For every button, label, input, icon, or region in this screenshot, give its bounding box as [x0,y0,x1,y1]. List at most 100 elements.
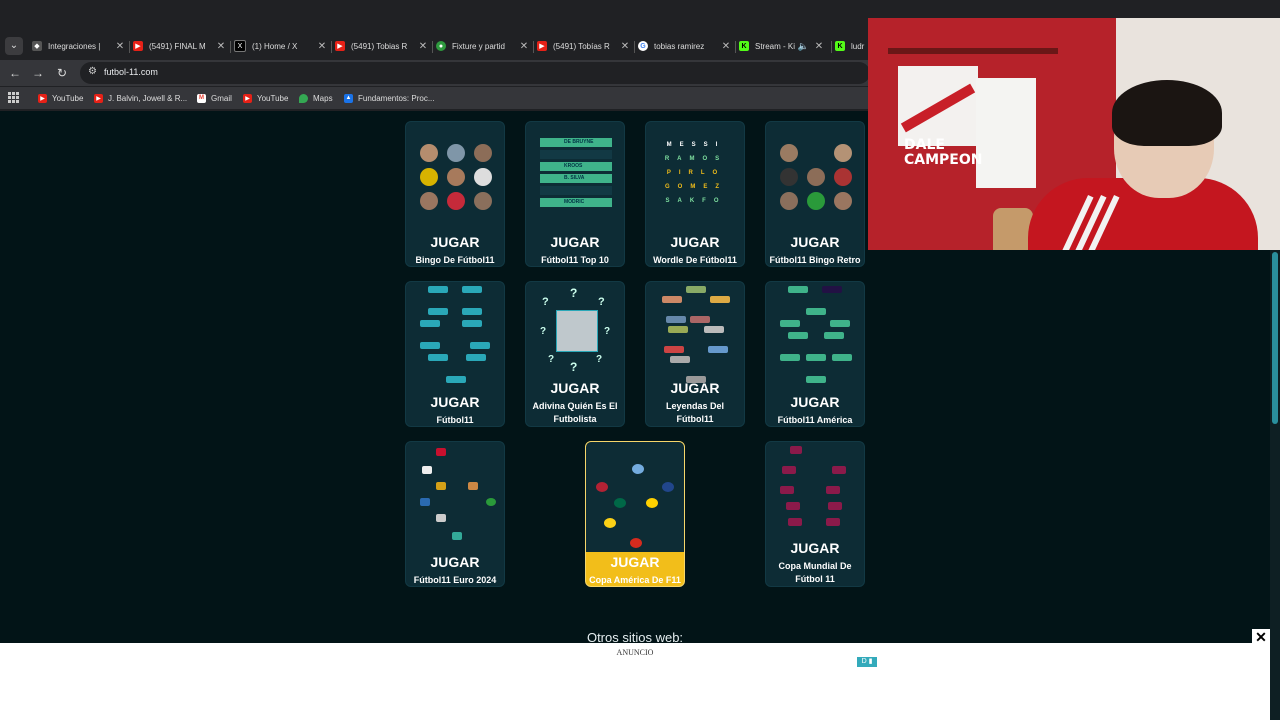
tab-title: Integraciones | [48,41,101,51]
game-card-euro2024[interactable]: JUGAR Fútbol11 Euro 2024 [405,441,505,587]
kick-icon: K [739,41,749,51]
game-card-wordle[interactable]: MESSI RAMOS PIRLO GOMEZ SAKFO JUGAR Word… [645,121,745,267]
card-art [766,122,864,232]
tab-8[interactable]: K ludr [833,34,873,58]
game-card-futbol11[interactable]: JUGAR Fútbol11 [405,281,505,427]
close-icon[interactable]: ✕ [114,41,126,52]
bookmark-gmail[interactable]: M Gmail [197,91,232,105]
game-name: Bingo De Fútbol11 [415,255,495,265]
apps-grid-icon[interactable] [8,92,19,103]
game-card-bingo-retro[interactable]: JUGAR Fútbol11 Bingo Retro [765,121,865,267]
tab-2[interactable]: X (1) Home / X ✕ [232,34,332,58]
bookmark-youtube-2[interactable]: ▶ YouTube [243,91,288,105]
game-card-top10[interactable]: DE BRUYNE KROOS B. SILVA MODRIC JUGAR Fú… [525,121,625,267]
play-label: JUGAR [790,234,840,250]
game-card-america[interactable]: JUGAR Fútbol11 América [765,281,865,427]
close-icon[interactable]: ✕ [518,41,530,52]
youtube-icon: ▶ [94,93,103,103]
game-card-copa-america[interactable]: JUGAR Copa América De F11 [585,441,685,587]
youtube-icon: ▶ [133,41,143,51]
tab-1[interactable]: ▶ (5491) FINAL M ✕ [131,34,231,58]
top10-row: DE BRUYNE [540,138,612,147]
close-icon[interactable]: ✕ [417,41,429,52]
bookmark-maps[interactable]: Maps [299,91,333,105]
address-bar[interactable]: ⚙ futbol-11.com [80,62,870,84]
bookmark-youtube[interactable]: ▶ YouTube [38,91,83,105]
tab-3[interactable]: ▶ (5491) Tobias R ✕ [333,34,433,58]
speaker-icon[interactable]: 🔈 [798,41,809,52]
tab-title: Fixture y partid [452,41,505,51]
card-art [766,442,864,538]
game-card-mundial[interactable]: JUGAR Copa Mundial De Fútbol 11 [765,441,865,587]
card-art [406,282,504,392]
top10-row: B. SILVA [540,174,612,183]
card-art: MESSI RAMOS PIRLO GOMEZ SAKFO [646,122,744,232]
youtube-icon: ▶ [38,93,47,103]
play-label: JUGAR [430,394,480,410]
game-card-bingo[interactable]: JUGAR Bingo De Fútbol11 [405,121,505,267]
tab-7[interactable]: K Stream - Ki 🔈 ✕ [737,34,829,58]
play-label: JUGAR [790,394,840,410]
google-icon: G [638,41,648,51]
scrollbar[interactable] [1270,250,1280,720]
play-label: JUGAR [550,380,600,396]
bookmark-fundamentos[interactable]: ▲ Fundamentos: Proc... [344,91,434,105]
bookmark-jbalvin[interactable]: ▶ J. Balvin, Jowell & R... [94,91,187,105]
top10-row [540,150,612,159]
scrollbar-thumb[interactable] [1272,252,1278,424]
tab-title: (1) Home / X [252,41,298,51]
top10-row [540,186,612,195]
game-name: Fútbol11 Top 10 [541,255,609,265]
forward-icon[interactable]: → [29,64,47,82]
bookmark-label: Gmail [211,93,232,103]
tab-5[interactable]: ▶ (5491) Tobías R ✕ [535,34,635,58]
close-icon[interactable]: ✕ [316,41,328,52]
tab-title: tobias ramirez [654,41,705,51]
play-label: JUGAR [610,554,660,570]
game-name: Copa América De F11 [589,575,681,585]
x-icon: X [234,40,246,52]
play-label: JUGAR [430,554,480,570]
tab-0[interactable]: ◆ Integraciones | ✕ [30,34,130,58]
shelf [888,48,1058,54]
silhouette-icon [556,310,598,352]
drive-icon: ▲ [344,93,353,103]
game-name: Copa Mundial De Fútbol 11 [778,561,852,584]
site-settings-icon[interactable]: ⚙ [88,66,97,77]
game-name: Fútbol11 América [777,415,853,425]
tab-search-icon[interactable]: ⌄ [5,37,23,55]
tab-title: (5491) Tobías R [553,41,610,51]
close-icon[interactable]: ✕ [215,41,227,52]
maps-pin-icon [299,93,308,103]
webcam-overlay: DALE CAMPEON [868,18,1280,250]
wordle-row: GOMEZ [665,184,727,190]
game-card-adivina[interactable]: ? ? ? ? ? ? ? ? JUGAR Adivina Quién Es E… [525,281,625,427]
app-icon: ◆ [32,41,42,51]
top10-row: MODRIC [540,198,612,207]
back-icon[interactable]: ← [6,64,24,82]
wordle-row: SAKFO [665,198,727,204]
wordle-row: MESSI [666,142,726,148]
youtube-icon: ▶ [243,93,252,103]
bookmark-label: YouTube [52,93,84,103]
game-card-leyendas[interactable]: JUGAR Leyendas Del Fútbol11 [645,281,745,427]
card-art [766,282,864,392]
tab-6[interactable]: G tobias ramirez ✕ [636,34,736,58]
soccer-ball-icon: ● [436,41,446,51]
close-icon[interactable]: ✕ [813,41,825,52]
ad-choices-icon[interactable]: D ▮ [857,657,877,667]
play-label: JUGAR [550,234,600,250]
ad-close-button[interactable]: ✕ [1252,629,1270,645]
bookmark-label: Fundamentos: Proc... [358,93,435,103]
youtube-icon: ▶ [537,41,547,51]
close-icon[interactable]: ✕ [720,41,732,52]
reload-icon[interactable]: ↻ [53,64,71,82]
kick-icon: K [835,41,845,51]
card-art: DE BRUYNE KROOS B. SILVA MODRIC [526,122,624,232]
bookmark-label: YouTube [257,93,289,103]
play-label: JUGAR [670,234,720,250]
gmail-icon: M [197,93,206,103]
tab-4[interactable]: ● Fixture y partid ✕ [434,34,534,58]
close-icon[interactable]: ✕ [619,41,631,52]
url-text: futbol-11.com [104,67,158,77]
